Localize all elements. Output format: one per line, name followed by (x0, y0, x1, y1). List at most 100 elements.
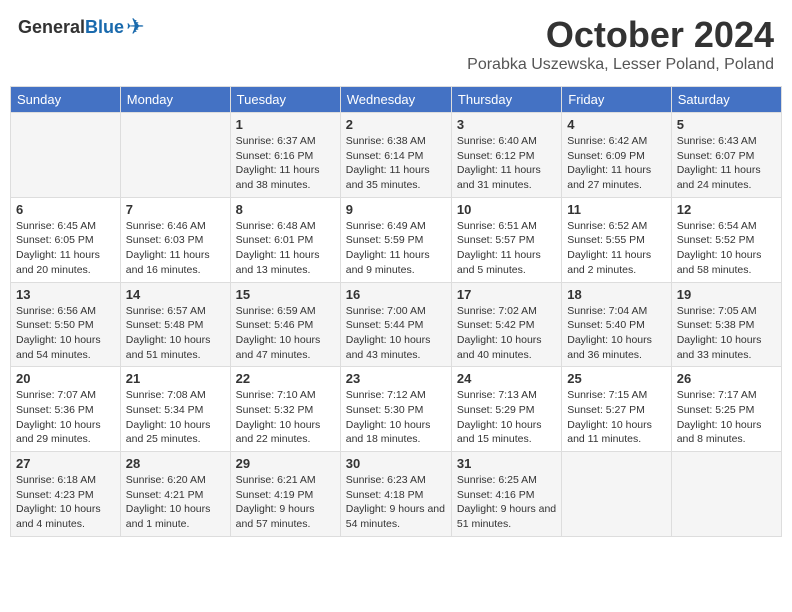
day-number: 4 (567, 117, 665, 132)
day-info: Sunrise: 6:46 AMSunset: 6:03 PMDaylight:… (126, 219, 225, 278)
col-header-tuesday: Tuesday (230, 87, 340, 113)
day-info: Sunrise: 6:57 AMSunset: 5:48 PMDaylight:… (126, 304, 225, 363)
month-title: October 2024 (467, 14, 774, 56)
calendar-table: SundayMondayTuesdayWednesdayThursdayFrid… (10, 86, 782, 537)
calendar-cell: 21 Sunrise: 7:08 AMSunset: 5:34 PMDayligh… (120, 367, 230, 452)
col-header-wednesday: Wednesday (340, 87, 451, 113)
day-number: 15 (236, 287, 335, 302)
calendar-cell: 4 Sunrise: 6:42 AMSunset: 6:09 PMDaylight… (562, 113, 671, 198)
day-number: 7 (126, 202, 225, 217)
day-number: 14 (126, 287, 225, 302)
calendar-cell: 1Sunrise: 6:37 AMSunset: 6:16 PMDaylight… (230, 113, 340, 198)
calendar-week-row: 1Sunrise: 6:37 AMSunset: 6:16 PMDaylight… (11, 113, 782, 198)
day-info: Sunrise: 7:12 AMSunset: 5:30 PMDaylight:… (346, 388, 446, 447)
calendar-cell: 20Sunrise: 7:07 AMSunset: 5:36 PMDayligh… (11, 367, 121, 452)
calendar-cell (562, 452, 671, 537)
calendar-cell: 30 Sunrise: 6:23 AMSunset: 4:18 PMDayligh… (340, 452, 451, 537)
calendar-cell: 13 Sunrise: 6:56 AMSunset: 5:50 PMDayligh… (11, 282, 121, 367)
day-info: Sunrise: 6:52 AMSunset: 5:55 PMDaylight:… (567, 219, 665, 278)
col-header-monday: Monday (120, 87, 230, 113)
calendar-cell: 28Sunrise: 6:20 AMSunset: 4:21 PMDayligh… (120, 452, 230, 537)
day-info: Sunrise: 6:20 AMSunset: 4:21 PMDaylight:… (126, 473, 225, 532)
calendar-cell: 16Sunrise: 7:00 AMSunset: 5:44 PMDayligh… (340, 282, 451, 367)
day-info: Sunrise: 6:42 AMSunset: 6:09 PMDaylight:… (567, 134, 665, 193)
logo: General Blue ✈ (18, 14, 145, 40)
calendar-cell: 9Sunrise: 6:49 AMSunset: 5:59 PMDaylight… (340, 197, 451, 282)
day-number: 13 (16, 287, 115, 302)
calendar-cell: 15 Sunrise: 6:59 AMSunset: 5:46 PMDayligh… (230, 282, 340, 367)
day-number: 3 (457, 117, 556, 132)
day-info: Sunrise: 6:23 AMSunset: 4:18 PMDaylight:… (346, 473, 446, 532)
title-section: October 2024 Porabka Uszewska, Lesser Po… (467, 14, 774, 74)
day-number: 31 (457, 456, 556, 471)
day-number: 18 (567, 287, 665, 302)
day-number: 11 (567, 202, 665, 217)
day-info: Sunrise: 6:59 AMSunset: 5:46 PMDaylight:… (236, 304, 335, 363)
location-subtitle: Porabka Uszewska, Lesser Poland, Poland (467, 56, 774, 74)
day-info: Sunrise: 6:49 AMSunset: 5:59 PMDaylight:… (346, 219, 446, 278)
day-number: 21 (126, 371, 225, 386)
calendar-cell: 7 Sunrise: 6:46 AMSunset: 6:03 PMDaylight… (120, 197, 230, 282)
calendar-week-row: 27Sunrise: 6:18 AMSunset: 4:23 PMDayligh… (11, 452, 782, 537)
day-info: Sunrise: 7:17 AMSunset: 5:25 PMDaylight:… (677, 388, 776, 447)
calendar-cell: 5Sunrise: 6:43 AMSunset: 6:07 PMDaylight… (671, 113, 781, 198)
day-info: Sunrise: 7:08 AMSunset: 5:34 PMDaylight:… (126, 388, 225, 447)
day-info: Sunrise: 6:38 AMSunset: 6:14 PMDaylight:… (346, 134, 446, 193)
day-number: 2 (346, 117, 446, 132)
calendar-cell: 3 Sunrise: 6:40 AMSunset: 6:12 PMDaylight… (451, 113, 561, 198)
day-info: Sunrise: 6:56 AMSunset: 5:50 PMDaylight:… (16, 304, 115, 363)
day-info: Sunrise: 6:45 AMSunset: 6:05 PMDaylight:… (16, 219, 115, 278)
page-header: General Blue ✈ October 2024 Porabka Usze… (10, 10, 782, 78)
day-info: Sunrise: 6:54 AMSunset: 5:52 PMDaylight:… (677, 219, 776, 278)
calendar-cell (671, 452, 781, 537)
calendar-cell: 25 Sunrise: 7:15 AMSunset: 5:27 PMDayligh… (562, 367, 671, 452)
calendar-week-row: 13 Sunrise: 6:56 AMSunset: 5:50 PMDayligh… (11, 282, 782, 367)
calendar-cell: 2 Sunrise: 6:38 AMSunset: 6:14 PMDaylight… (340, 113, 451, 198)
logo-blue-text: Blue (85, 17, 124, 38)
day-info: Sunrise: 7:10 AMSunset: 5:32 PMDaylight:… (236, 388, 335, 447)
col-header-thursday: Thursday (451, 87, 561, 113)
day-number: 17 (457, 287, 556, 302)
calendar-cell: 6 Sunrise: 6:45 AMSunset: 6:05 PMDaylight… (11, 197, 121, 282)
day-info: Sunrise: 6:43 AMSunset: 6:07 PMDaylight:… (677, 134, 776, 193)
logo-bird-icon: ✈ (126, 14, 144, 40)
calendar-cell: 24Sunrise: 7:13 AMSunset: 5:29 PMDayligh… (451, 367, 561, 452)
day-number: 22 (236, 371, 335, 386)
day-number: 26 (677, 371, 776, 386)
day-info: Sunrise: 6:48 AMSunset: 6:01 PMDaylight:… (236, 219, 335, 278)
calendar-cell: 26 Sunrise: 7:17 AMSunset: 5:25 PMDayligh… (671, 367, 781, 452)
calendar-cell: 18 Sunrise: 7:04 AMSunset: 5:40 PMDayligh… (562, 282, 671, 367)
day-info: Sunrise: 6:25 AMSunset: 4:16 PMDaylight:… (457, 473, 556, 532)
calendar-cell: 27Sunrise: 6:18 AMSunset: 4:23 PMDayligh… (11, 452, 121, 537)
day-info: Sunrise: 6:37 AMSunset: 6:16 PMDaylight:… (236, 134, 335, 193)
calendar-cell: 19 Sunrise: 7:05 AMSunset: 5:38 PMDayligh… (671, 282, 781, 367)
day-number: 19 (677, 287, 776, 302)
day-info: Sunrise: 7:15 AMSunset: 5:27 PMDaylight:… (567, 388, 665, 447)
day-number: 30 (346, 456, 446, 471)
calendar-cell (120, 113, 230, 198)
calendar-header-row: SundayMondayTuesdayWednesdayThursdayFrid… (11, 87, 782, 113)
day-info: Sunrise: 6:51 AMSunset: 5:57 PMDaylight:… (457, 219, 556, 278)
calendar-cell: 14 Sunrise: 6:57 AMSunset: 5:48 PMDayligh… (120, 282, 230, 367)
calendar-cell: 8 Sunrise: 6:48 AMSunset: 6:01 PMDaylight… (230, 197, 340, 282)
calendar-cell: 29Sunrise: 6:21 AMSunset: 4:19 PMDayligh… (230, 452, 340, 537)
day-number: 27 (16, 456, 115, 471)
day-info: Sunrise: 7:13 AMSunset: 5:29 PMDaylight:… (457, 388, 556, 447)
day-info: Sunrise: 7:05 AMSunset: 5:38 PMDaylight:… (677, 304, 776, 363)
day-info: Sunrise: 7:04 AMSunset: 5:40 PMDaylight:… (567, 304, 665, 363)
calendar-week-row: 20Sunrise: 7:07 AMSunset: 5:36 PMDayligh… (11, 367, 782, 452)
day-info: Sunrise: 6:40 AMSunset: 6:12 PMDaylight:… (457, 134, 556, 193)
calendar-cell: 17Sunrise: 7:02 AMSunset: 5:42 PMDayligh… (451, 282, 561, 367)
logo-general-text: General (18, 17, 85, 38)
day-number: 8 (236, 202, 335, 217)
col-header-saturday: Saturday (671, 87, 781, 113)
day-number: 23 (346, 371, 446, 386)
calendar-cell: 22 Sunrise: 7:10 AMSunset: 5:32 PMDayligh… (230, 367, 340, 452)
day-number: 6 (16, 202, 115, 217)
calendar-cell: 10 Sunrise: 6:51 AMSunset: 5:57 PMDayligh… (451, 197, 561, 282)
day-number: 16 (346, 287, 446, 302)
calendar-cell: 31 Sunrise: 6:25 AMSunset: 4:16 PMDayligh… (451, 452, 561, 537)
col-header-friday: Friday (562, 87, 671, 113)
day-number: 10 (457, 202, 556, 217)
day-number: 25 (567, 371, 665, 386)
